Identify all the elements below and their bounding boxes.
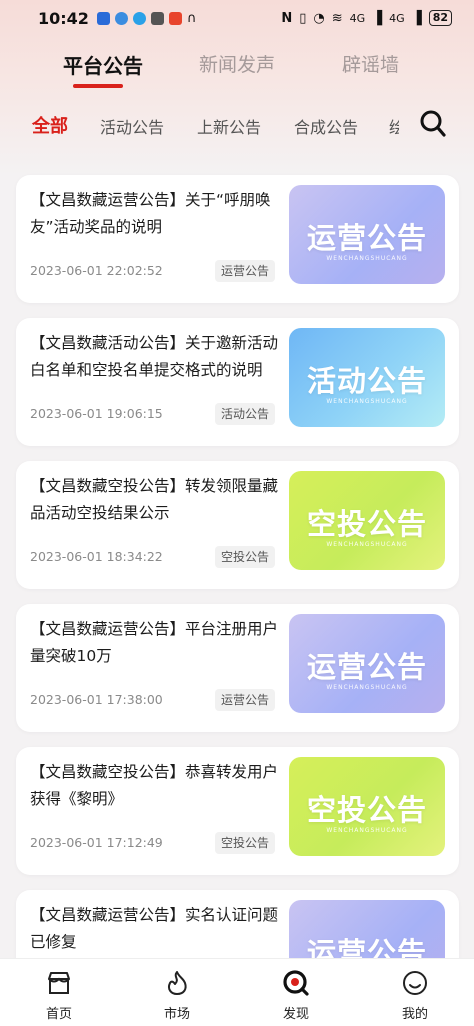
announcement-card[interactable]: 【文昌数藏空投公告】转发领限量藏品活动空投结果公示 2023-06-01 18:3… <box>16 461 459 589</box>
browser-notification-icon <box>114 11 128 25</box>
nav-mine-label: 我的 <box>401 1007 428 1022</box>
announcement-thumbnail: 运营公告WENCHANGSHUCANG <box>289 614 445 713</box>
vibrate-icon: ▯ <box>299 10 307 26</box>
search-icon[interactable] <box>420 110 446 138</box>
announcement-thumbnail: 空投公告 WENCHANGSHUCANG <box>289 471 445 570</box>
announcement-thumbnail: 活动公告 WENCHANGSHUCANG <box>289 328 445 427</box>
announcement-thumbnail: 运营公告WENCHANGSHUCANG <box>289 185 445 284</box>
announcement-date: 2023-06-01 22:02:52 <box>30 263 163 278</box>
announcement-title: 【文昌数藏运营公告】平台注册用户量突破10万 <box>30 620 279 665</box>
announcement-card[interactable]: 【文昌数藏运营公告】平台注册用户量突破10万 2023-06-01 17:38:0… <box>16 604 459 732</box>
announcement-card[interactable]: 【文昌数藏活动公告】关于邀新活动白名单和空投名单提交格式的说明 2023-06-0… <box>16 318 459 446</box>
alarm-icon: ◔ <box>313 10 325 26</box>
app-notification-icon <box>96 11 110 25</box>
shop-notification-icon <box>168 11 182 25</box>
announcement-card[interactable]: 【文昌数藏空投公告】恭喜转发用户获得《黎明》 2023-06-01 17:12:4… <box>16 747 459 875</box>
nav-home[interactable]: 首页 <box>19 959 99 1026</box>
mail-notification-icon <box>150 11 164 25</box>
thumbnail-title: 运营公告 <box>306 221 427 255</box>
announcement-title: 【文昌数藏空投公告】转发领限量藏品活动空投结果公示 <box>30 477 279 522</box>
announcement-tag: 空投公告 <box>215 832 276 854</box>
announcement-title: 【文昌数藏活动公告】关于邀新活动白名单和空投名单提交格式的说明 <box>30 334 279 379</box>
announcement-card[interactable]: 【文昌数藏运营公告】关于“呼朋唤友”活动奖品的说明 2023-06-01 22:0… <box>16 175 459 303</box>
announcement-tag: 运营公告 <box>215 260 276 282</box>
category-truncated[interactable]: 绘 <box>389 114 399 138</box>
announcement-date: 2023-06-01 17:38:00 <box>30 692 163 707</box>
signal-1-type: 4G <box>349 11 366 25</box>
status-bar: 10:42 ∩ N ▯ ◔ ≋ 4G ▐ 4G ▐ 82 <box>0 0 474 36</box>
nav-discover-label: 发现 <box>282 1007 309 1022</box>
nav-mine[interactable]: 我的 <box>375 959 455 1026</box>
status-right: N ▯ ◔ ≋ 4G ▐ 4G ▐ 82 <box>281 10 452 26</box>
chat-notification-icon <box>132 11 146 25</box>
category-synthesis[interactable]: 合成公告 <box>294 114 358 138</box>
nfc-icon: N <box>281 10 293 26</box>
announcement-tag: 活动公告 <box>215 403 276 425</box>
announcement-tag: 空投公告 <box>215 546 276 568</box>
tab-platform-announcements[interactable]: 平台公告 <box>63 50 143 79</box>
announcement-thumbnail: 空投公告 WENCHANGSHUCANG <box>289 757 445 856</box>
nav-home-label: 首页 <box>45 1007 72 1022</box>
category-tabs: 全部 活动公告 上新公告 合成公告 绘 <box>0 112 474 142</box>
signal-1-icon: ▐ <box>372 10 383 26</box>
tab-rumor-wall[interactable]: 辟谣墙 <box>342 50 399 77</box>
active-tab-underline <box>73 84 123 88</box>
category-all[interactable]: 全部 <box>32 112 68 138</box>
announcement-title: 【文昌数藏运营公告】实名认证问题已修复 <box>30 906 279 951</box>
announcement-date: 2023-06-01 19:06:15 <box>30 406 163 421</box>
status-time: 10:42 <box>38 8 89 28</box>
signal-2-type: 4G <box>389 11 405 25</box>
discover-icon <box>283 970 309 996</box>
tab-news[interactable]: 新闻发声 <box>199 50 275 77</box>
signal-2-icon: ▐ <box>411 10 422 26</box>
category-new-release[interactable]: 上新公告 <box>197 114 261 138</box>
market-flame-icon <box>167 971 187 995</box>
thumbnail-subtitle: WENCHANGSHUCANG <box>326 684 408 691</box>
main-tabs: 平台公告 新闻发声 辟谣墙 <box>0 50 474 90</box>
nav-market[interactable]: 市场 <box>137 959 217 1026</box>
announcement-title: 【文昌数藏运营公告】关于“呼朋唤友”活动奖品的说明 <box>30 191 271 236</box>
nav-market-label: 市场 <box>163 1007 190 1022</box>
announcement-tag: 运营公告 <box>215 689 276 711</box>
category-activity[interactable]: 活动公告 <box>100 114 164 138</box>
thumbnail-title: 活动公告 <box>306 364 427 398</box>
thumbnail-subtitle: WENCHANGSHUCANG <box>326 398 408 405</box>
thumbnail-title: 空投公告 <box>306 507 427 541</box>
battery-indicator: 82 <box>428 10 452 26</box>
thumbnail-subtitle: WENCHANGSHUCANG <box>326 541 408 548</box>
bottom-nav: 首页 市场 发现 我的 <box>0 958 474 1026</box>
announcement-date: 2023-06-01 17:12:49 <box>30 835 163 850</box>
nav-discover[interactable]: 发现 <box>256 959 336 1026</box>
announcement-title: 【文昌数藏空投公告】恭喜转发用户获得《黎明》 <box>30 763 279 808</box>
thumbnail-title: 空投公告 <box>306 793 427 827</box>
shop-icon <box>48 972 70 994</box>
thumbnail-subtitle: WENCHANGSHUCANG <box>326 827 408 834</box>
headphones-icon: ∩ <box>186 10 197 26</box>
wifi-icon: ≋ <box>331 10 343 26</box>
thumbnail-subtitle: WENCHANGSHUCANG <box>326 255 408 262</box>
thumbnail-title: 运营公告 <box>306 650 427 684</box>
announcement-date: 2023-06-01 18:34:22 <box>30 549 163 564</box>
profile-icon <box>403 971 427 995</box>
